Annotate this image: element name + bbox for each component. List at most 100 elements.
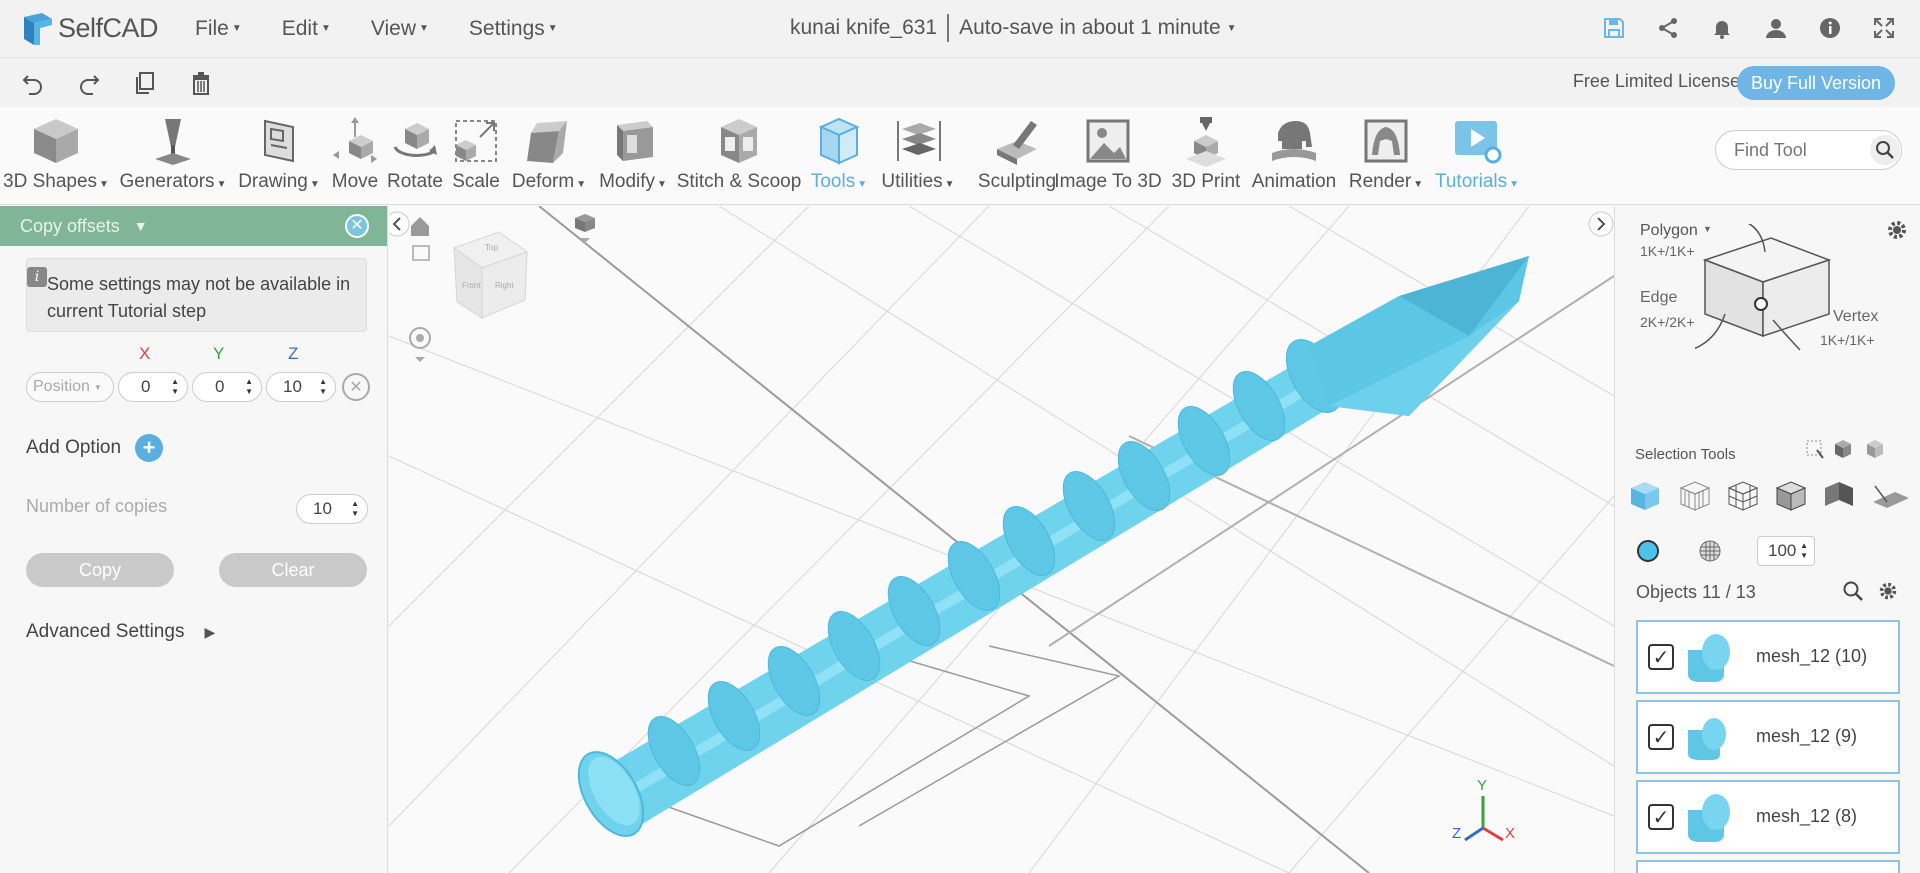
y-axis-label: Y bbox=[213, 344, 225, 363]
visibility-checkbox[interactable]: ✓ bbox=[1648, 644, 1674, 670]
object-name: mesh_12 (10) bbox=[1756, 646, 1868, 666]
focus-button[interactable] bbox=[409, 327, 431, 349]
box-select-icon[interactable] bbox=[1806, 440, 1824, 459]
polygon-mode-label[interactable]: Polygon bbox=[1640, 222, 1698, 240]
select-mesh-button[interactable] bbox=[1727, 481, 1759, 511]
color-swatch[interactable] bbox=[1637, 540, 1659, 562]
tool-deform[interactable]: Deform ▼ bbox=[508, 107, 590, 205]
select-solid-button[interactable] bbox=[1631, 482, 1659, 510]
opacity-input[interactable]: 100 ▲ ▼ bbox=[1757, 536, 1815, 566]
delete-button[interactable] bbox=[186, 68, 216, 98]
collapse-left-button[interactable] bbox=[389, 211, 410, 237]
object-row[interactable] bbox=[1636, 860, 1900, 873]
object-row[interactable]: ✓ mesh_12 (9) bbox=[1636, 700, 1900, 774]
edge-mode-label[interactable]: Edge bbox=[1640, 289, 1677, 307]
tool-scale[interactable]: Scale bbox=[448, 107, 504, 205]
stepper-icon[interactable]: ▲ ▼ bbox=[319, 377, 327, 397]
select-plane-button[interactable] bbox=[1873, 485, 1909, 508]
select-edges-button[interactable] bbox=[1775, 481, 1807, 511]
undo-button[interactable] bbox=[18, 68, 48, 98]
x-offset-input[interactable]: 0 ▲ ▼ bbox=[118, 372, 188, 402]
tool-animation[interactable]: Animation bbox=[1248, 107, 1340, 205]
fullscreen-button[interactable] bbox=[1868, 12, 1900, 44]
triangle-down-icon[interactable]: ▼ bbox=[134, 218, 148, 234]
tool-3d-print[interactable]: 3D Print bbox=[1168, 107, 1244, 205]
tool-stitch-scoop[interactable]: Stitch & Scoop bbox=[676, 107, 802, 205]
menu-file[interactable]: File ▼ bbox=[195, 17, 242, 41]
redo-button[interactable] bbox=[74, 68, 104, 98]
tool-generators[interactable]: Generators ▼ bbox=[118, 107, 228, 205]
notifications-button[interactable] bbox=[1706, 12, 1738, 44]
tool-3d-shapes[interactable]: 3D Shapes ▼ bbox=[2, 107, 110, 205]
tool-move[interactable]: Move bbox=[328, 107, 382, 205]
tool-render[interactable]: Render ▼ bbox=[1346, 107, 1426, 205]
tool-tools[interactable]: Tools ▼ bbox=[806, 107, 872, 205]
share-button[interactable] bbox=[1652, 12, 1684, 44]
object-row[interactable]: ✓ mesh_12 (10) bbox=[1636, 620, 1900, 694]
chevron-down-icon: ▼ bbox=[309, 179, 320, 190]
menu-view[interactable]: View ▼ bbox=[371, 17, 429, 41]
tool-utilities[interactable]: Utilities ▼ bbox=[876, 107, 960, 205]
advanced-settings-toggle[interactable]: Advanced Settings ▶ bbox=[26, 621, 215, 643]
save-button[interactable] bbox=[1598, 12, 1630, 44]
stepper-icon[interactable]: ▲ ▼ bbox=[171, 377, 179, 397]
position-select[interactable]: Position ▼ bbox=[26, 372, 114, 402]
tool-modify[interactable]: Modify ▼ bbox=[594, 107, 672, 205]
chevron-down-icon[interactable] bbox=[415, 357, 425, 362]
tool-tutorials[interactable]: Tutorials ▼ bbox=[1430, 107, 1524, 205]
info-button[interactable] bbox=[1814, 12, 1846, 44]
object-select-icon[interactable] bbox=[1867, 440, 1883, 458]
panel-header[interactable]: Copy offsets ▼ bbox=[0, 206, 387, 246]
display-mode-button[interactable] bbox=[575, 214, 595, 232]
chevron-down-icon[interactable]: ▼ bbox=[1227, 23, 1237, 34]
y-offset-input[interactable]: 0 ▲ ▼ bbox=[192, 372, 262, 402]
gear-icon[interactable] bbox=[1877, 580, 1899, 602]
texture-icon[interactable] bbox=[1697, 538, 1723, 564]
3d-viewport[interactable]: Top Front Right Y X Z bbox=[389, 206, 1614, 873]
chevron-down-icon: ▼ bbox=[231, 23, 242, 34]
tool-image-to-3d[interactable]: Image To 3D bbox=[1052, 107, 1164, 205]
copies-input[interactable]: 10 ▲ ▼ bbox=[296, 494, 368, 524]
stepper-icon[interactable]: ▲ ▼ bbox=[351, 499, 359, 519]
object-name: mesh_12 (9) bbox=[1756, 726, 1858, 746]
object-row[interactable]: ✓ mesh_12 (8) bbox=[1636, 780, 1900, 854]
collapse-right-button[interactable] bbox=[1588, 211, 1614, 237]
menu-edit[interactable]: Edit ▼ bbox=[282, 17, 331, 41]
vertex-mode-label[interactable]: Vertex bbox=[1833, 308, 1878, 326]
document-title[interactable]: kunai knife_631 bbox=[790, 16, 937, 40]
advanced-settings-label: Advanced Settings bbox=[26, 621, 185, 642]
stepper-icon[interactable]: ▲ ▼ bbox=[1800, 541, 1808, 561]
tool-rotate[interactable]: Rotate bbox=[384, 107, 446, 205]
account-button[interactable] bbox=[1760, 12, 1792, 44]
duplicate-button[interactable] bbox=[130, 68, 160, 98]
select-grid-button[interactable] bbox=[1679, 481, 1711, 511]
x-offset-value: 0 bbox=[141, 377, 151, 396]
z-offset-input[interactable]: 10 ▲ ▼ bbox=[266, 372, 336, 402]
find-tool-search-button[interactable] bbox=[1870, 135, 1900, 165]
cube-select-icon[interactable] bbox=[1835, 440, 1851, 458]
add-option-button[interactable]: + bbox=[135, 434, 164, 462]
gear-icon[interactable] bbox=[1885, 218, 1909, 242]
find-tool-input[interactable] bbox=[1734, 139, 1864, 161]
copy-button[interactable]: Copy bbox=[26, 553, 174, 587]
select-faces-button[interactable] bbox=[1825, 482, 1853, 506]
menu-settings[interactable]: Settings ▼ bbox=[469, 17, 558, 41]
clear-button[interactable]: Clear bbox=[219, 553, 367, 587]
close-panel-button[interactable]: ✕ bbox=[345, 214, 369, 238]
view-cube[interactable]: Top Front Right bbox=[452, 231, 529, 319]
undo-icon bbox=[22, 75, 42, 95]
tool-drawing[interactable]: Drawing ▼ bbox=[235, 107, 323, 205]
visibility-checkbox[interactable]: ✓ bbox=[1648, 804, 1674, 830]
home-view-button[interactable] bbox=[411, 217, 429, 236]
add-option-row: Add Option + bbox=[26, 434, 164, 462]
stepper-icon[interactable]: ▲ ▼ bbox=[245, 377, 253, 397]
visibility-checkbox[interactable]: ✓ bbox=[1648, 724, 1674, 750]
app-logo[interactable]: SelfCAD bbox=[20, 11, 170, 47]
search-icon[interactable] bbox=[1842, 580, 1864, 602]
autosave-status[interactable]: Auto-save in about 1 minute bbox=[959, 16, 1221, 40]
copies-label: Number of copies bbox=[26, 496, 168, 516]
perspective-toggle-button[interactable] bbox=[412, 245, 430, 261]
buy-full-version-button[interactable]: Buy Full Version bbox=[1736, 66, 1895, 100]
drawing-icon bbox=[264, 119, 294, 163]
remove-offset-button[interactable]: ✕ bbox=[342, 373, 370, 401]
